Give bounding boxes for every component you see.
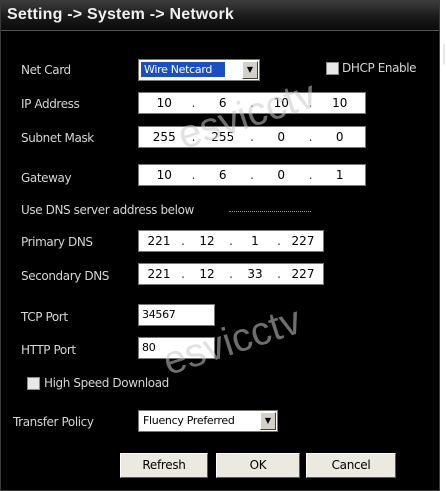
subnet-mask-field[interactable]: 255. 255. 0. 0	[138, 126, 366, 148]
secondary-dns-field[interactable]: 221. 12. 33. 227	[138, 263, 324, 285]
primary-dns-octet-2: 12	[199, 234, 215, 248]
dhcp-label: DHCP Enable	[342, 61, 417, 75]
ip-octet-3: 10	[273, 96, 289, 110]
subnet-octet-1: 255	[152, 130, 176, 144]
subnet-mask-label: Subnet Mask	[21, 131, 94, 145]
ip-octet-2: 6	[218, 96, 227, 110]
ip-octet-4: 10	[332, 96, 348, 110]
ip-separator: .	[308, 96, 313, 110]
http-port-label: HTTP Port	[21, 343, 76, 357]
gateway-octet-2: 6	[218, 168, 227, 182]
primary-dns-label: Primary DNS	[21, 235, 93, 249]
ip-separator: .	[308, 168, 313, 182]
ip-separator: .	[308, 130, 313, 144]
network-settings-window: Setting -> System -> Network Net Card Wi…	[0, 0, 440, 491]
chevron-down-icon[interactable]: ▼	[260, 412, 276, 430]
primary-dns-octet-4: 227	[291, 234, 315, 248]
ip-separator: .	[181, 267, 185, 281]
ip-separator: .	[191, 96, 196, 110]
transfer-policy-select[interactable]: Fluency Preferred ▼	[138, 410, 278, 432]
ip-separator: .	[229, 234, 233, 248]
gateway-octet-4: 1	[335, 168, 344, 182]
gateway-label: Gateway	[21, 171, 72, 185]
net-card-value: Wire Netcard	[141, 62, 225, 77]
secondary-dns-octet-1: 221	[147, 267, 171, 281]
ip-separator: .	[191, 130, 196, 144]
ip-address-field[interactable]: 10. 6. 10. 10	[138, 92, 366, 114]
high-speed-download-label: High Speed Download	[44, 376, 169, 390]
title-bar: Setting -> System -> Network	[1, 1, 439, 31]
tcp-port-label: TCP Port	[21, 310, 68, 324]
gateway-field[interactable]: 10. 6. 0. 1	[138, 164, 366, 186]
secondary-dns-octet-3: 33	[247, 267, 263, 281]
dhcp-checkbox[interactable]	[326, 62, 339, 75]
tcp-port-input[interactable]: 34567	[138, 304, 215, 326]
http-port-input[interactable]: 80	[138, 337, 215, 359]
ip-octet-1: 10	[156, 96, 172, 110]
net-card-select[interactable]: Wire Netcard ▼	[138, 59, 260, 81]
chevron-down-icon[interactable]: ▼	[242, 61, 258, 79]
gateway-octet-1: 10	[156, 168, 172, 182]
ip-separator: .	[250, 96, 254, 110]
net-card-label: Net Card	[21, 63, 71, 77]
cancel-button[interactable]: Cancel	[306, 453, 396, 478]
transfer-policy-value: Fluency Preferred	[143, 414, 235, 427]
ip-address-label: IP Address	[21, 97, 80, 111]
transfer-policy-label: Transfer Policy	[13, 415, 94, 429]
secondary-dns-label: Secondary DNS	[21, 269, 109, 283]
subnet-octet-4: 0	[335, 130, 344, 144]
subnet-octet-2: 255	[211, 130, 235, 144]
secondary-dns-octet-2: 12	[199, 267, 215, 281]
primary-dns-octet-3: 1	[251, 234, 259, 248]
watermark-fragment: |	[441, 40, 446, 65]
window-title: Setting -> System -> Network	[7, 6, 234, 23]
ip-separator: .	[250, 130, 254, 144]
primary-dns-octet-1: 221	[147, 234, 171, 248]
secondary-dns-octet-4: 227	[291, 267, 315, 281]
primary-dns-field[interactable]: 221. 12. 1. 227	[138, 230, 324, 252]
dns-section-label: Use DNS server address below	[21, 203, 194, 217]
high-speed-download-checkbox[interactable]	[27, 377, 40, 390]
subnet-octet-3: 0	[277, 130, 286, 144]
ip-separator: .	[229, 267, 233, 281]
ok-button[interactable]: OK	[216, 453, 300, 478]
refresh-button[interactable]: Refresh	[120, 453, 208, 478]
dns-section-divider	[229, 211, 311, 212]
ip-separator: .	[191, 168, 196, 182]
ip-separator: .	[181, 234, 185, 248]
gateway-octet-3: 0	[277, 168, 286, 182]
ip-separator: .	[250, 168, 254, 182]
ip-separator: .	[277, 267, 281, 281]
ip-separator: .	[277, 234, 281, 248]
